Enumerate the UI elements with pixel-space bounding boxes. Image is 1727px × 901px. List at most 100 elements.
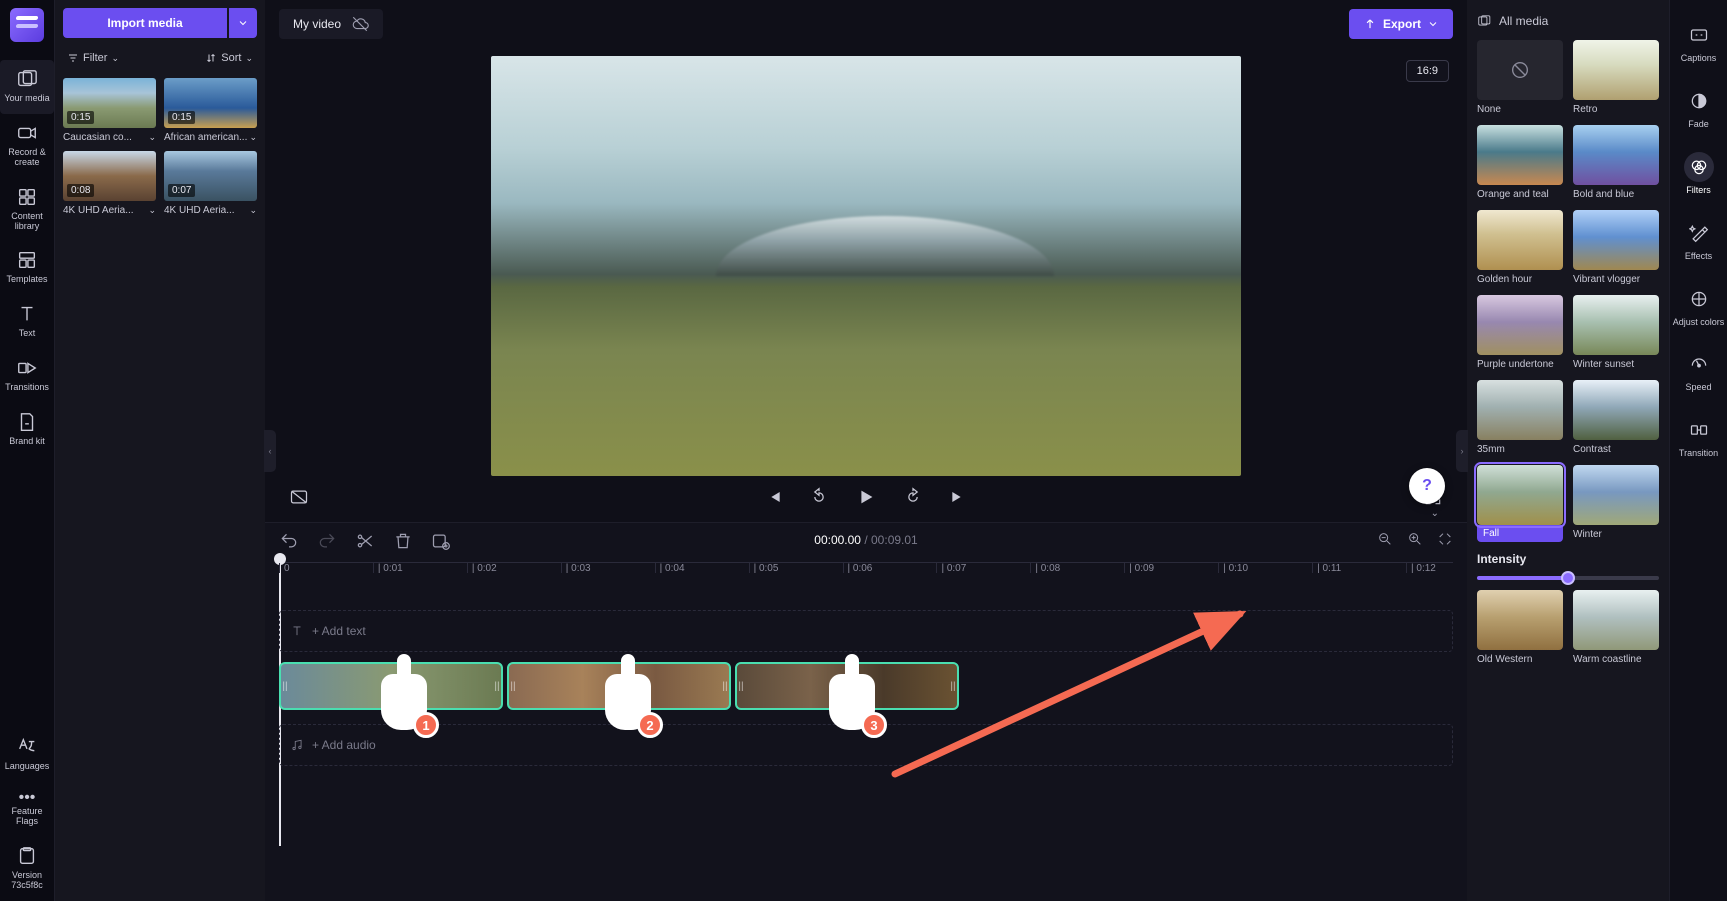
split-button[interactable] [355,531,375,554]
filter-bold-blue[interactable]: Bold and blue [1573,125,1659,200]
filter-warm-coastline[interactable]: Warm coastline [1573,590,1659,665]
delete-button[interactable] [393,531,413,554]
media-item[interactable]: 0:15 African american...⌄ [164,78,257,143]
ruler-tick: | 0:09 [1124,563,1154,573]
add-audio-label: + Add audio [312,738,376,752]
sort-dropdown[interactable]: Sort ⌄ [205,52,253,64]
clip-handle-left[interactable] [281,664,289,708]
filter-old-western[interactable]: Old Western [1477,590,1563,665]
cloud-off-icon[interactable] [351,15,369,33]
media-thumbnail: 0:15 [63,78,156,128]
effects-icon [1689,223,1709,243]
rs-adjust-colors[interactable]: Adjust colors [1670,274,1727,340]
nav-languages[interactable]: Languages [0,728,54,782]
filter-thumbnail [1573,295,1659,355]
filter-winter[interactable]: Winter [1573,465,1659,542]
filter-orange-teal[interactable]: Orange and teal [1477,125,1563,200]
expand-panel-down[interactable]: ⌄ [1431,508,1439,519]
skip-forward-button[interactable] [949,487,969,507]
nav-templates[interactable]: Templates [0,241,54,295]
filters-icon [1689,157,1709,177]
forward-button[interactable] [903,487,923,507]
filter-contrast[interactable]: Contrast [1573,380,1659,455]
rs-captions[interactable]: Captions [1670,10,1727,76]
clip-handle-right[interactable] [493,664,501,708]
video-title[interactable]: My video [293,17,341,31]
rs-effects[interactable]: Effects [1670,208,1727,274]
zoom-fit-button[interactable] [1437,531,1453,550]
filter-vibrant-vlogger[interactable]: Vibrant vlogger [1573,210,1659,285]
media-thumbnail: 0:08 [63,151,156,201]
nav-brand-kit[interactable]: Brand kit [0,403,54,457]
rs-transition[interactable]: Transition [1670,405,1727,471]
undo-button[interactable] [279,531,299,554]
audio-track[interactable]: + Add audio [279,724,1453,766]
filter-thumbnail [1477,40,1563,100]
filter-name: Fall [1477,525,1563,542]
media-item[interactable]: 0:15 Caucasian co... ⌄ [63,78,156,143]
rs-speed[interactable]: Speed [1670,339,1727,405]
clip-handle-left[interactable] [509,664,517,708]
filter-name: None [1477,100,1563,115]
help-button[interactable]: ? [1409,468,1445,504]
timeline-clip[interactable] [279,662,503,710]
nav-text[interactable]: Text [0,295,54,349]
filter-golden-hour[interactable]: Golden hour [1477,210,1563,285]
export-button[interactable]: Export [1349,9,1453,39]
clip-handle-right[interactable] [949,664,957,708]
nav-record-create[interactable]: Record & create [0,114,54,178]
chevron-down-icon [1427,18,1439,30]
chevron-down-icon[interactable]: ⌄ [249,132,257,143]
aspect-ratio-button[interactable]: 16:9 [1406,60,1449,82]
zoom-out-button[interactable] [1377,531,1393,550]
filter-dropdown[interactable]: Filter ⌄ [67,52,119,64]
filter-winter-sunset[interactable]: Winter sunset [1573,295,1659,370]
rs-label: Captions [1670,54,1727,64]
video-track [279,662,1453,710]
chevron-down-icon[interactable]: ⌄ [148,205,156,216]
import-media-button[interactable]: Import media [63,8,227,38]
text-track[interactable]: + Add text [279,610,1453,652]
intensity-slider[interactable] [1477,576,1659,580]
import-media-dropdown[interactable] [229,8,257,38]
clip-handle-left[interactable] [737,664,745,708]
rs-filters[interactable]: Filters [1670,142,1727,208]
collapse-right-panel[interactable]: › [1456,430,1468,472]
add-media-button[interactable] [431,531,451,554]
nav-version[interactable]: Version 73c5f8c [0,837,54,901]
timeline-clip[interactable] [735,662,959,710]
nav-feature-flags[interactable]: ••• Feature Flags [0,781,54,837]
ruler-tick: | 0:05 [749,563,779,573]
filter-none[interactable]: None [1477,40,1563,115]
timeline-clip[interactable] [507,662,731,710]
clip-handle-right[interactable] [721,664,729,708]
rs-fade[interactable]: Fade [1670,76,1727,142]
nav-transitions[interactable]: Transitions [0,349,54,403]
ruler-tick: | 0:06 [843,563,873,573]
rewind-button[interactable] [809,487,829,507]
filter-fall[interactable]: Fall [1477,465,1563,542]
nav-content-library[interactable]: Content library [0,178,54,242]
timeline-ruler[interactable]: 0 | 0:01 | 0:02 | 0:03 | 0:04 | 0:05 | 0… [279,562,1453,586]
nav-your-media[interactable]: Your media [0,60,54,114]
skip-back-button[interactable] [763,487,783,507]
filter-35mm[interactable]: 35mm [1477,380,1563,455]
redo-button[interactable] [317,531,337,554]
center-area: ‹ › My video Export 16:9 [265,0,1467,901]
sort-icon [205,52,217,64]
safe-zone-icon[interactable] [289,487,309,507]
slider-handle[interactable] [1561,571,1575,585]
zoom-in-button[interactable] [1407,531,1423,550]
video-preview[interactable] [491,56,1241,476]
media-item[interactable]: 0:07 4K UHD Aeria...⌄ [164,151,257,216]
filter-retro[interactable]: Retro [1573,40,1659,115]
play-button[interactable] [855,486,877,508]
filter-purple-undertone[interactable]: Purple undertone [1477,295,1563,370]
media-name: Caucasian co... [63,132,132,143]
chevron-down-icon[interactable]: ⌄ [249,205,257,216]
collapse-left-panel[interactable]: ‹ [264,430,276,472]
filter-thumbnail [1573,40,1659,100]
chevron-down-icon[interactable]: ⌄ [148,132,156,143]
ruler-tick: | 0:08 [1030,563,1060,573]
media-item[interactable]: 0:08 4K UHD Aeria...⌄ [63,151,156,216]
